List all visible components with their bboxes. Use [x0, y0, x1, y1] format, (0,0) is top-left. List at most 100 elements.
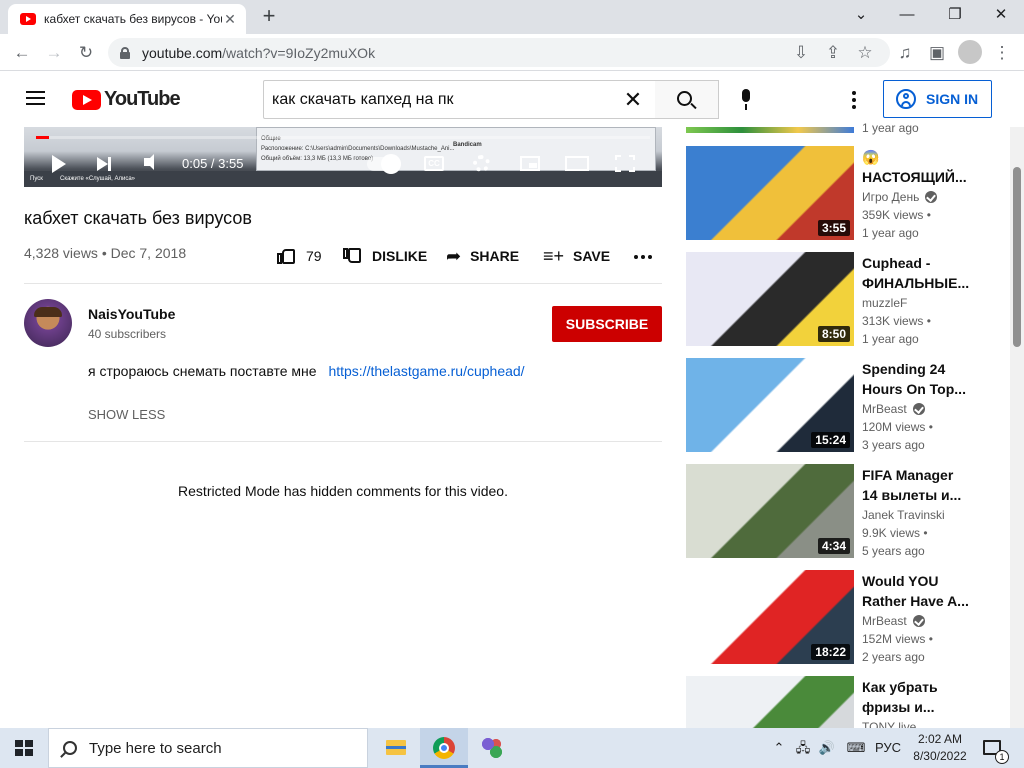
subtitles-icon[interactable]: CC [424, 156, 444, 171]
sign-in-button[interactable]: SIGN IN [883, 80, 992, 118]
bookmark-star-icon[interactable]: ☆ [852, 40, 878, 66]
recommendation-item[interactable]: 8:50 Cuphead - ФИНАЛЬНЫЕ... muzzleF 313K vie… [686, 252, 986, 346]
description-link[interactable]: https://thelastgame.ru/cuphead/ [328, 363, 524, 379]
windows-start-icon[interactable] [15, 740, 33, 757]
more-actions-icon[interactable] [634, 255, 655, 259]
channel-name[interactable]: NaisYouTube [88, 306, 175, 322]
recommendation-title[interactable]: Как убрать фризы и... [862, 677, 970, 717]
hamburger-menu-icon[interactable] [26, 91, 45, 105]
account-icon [896, 89, 916, 109]
search-button[interactable] [655, 80, 719, 119]
recommendation-channel[interactable]: MrBeast [862, 402, 925, 416]
recommendation-title-line: 14 вылеты и... [862, 487, 962, 503]
taskbar-search-box[interactable]: Type here to search [48, 728, 368, 768]
file-explorer-taskbar-button[interactable] [372, 728, 420, 768]
recommendation-item[interactable]: 4:34 FIFA Manager 14 вылеты и... Janek Trav… [686, 464, 986, 558]
autoplay-toggle[interactable] [367, 154, 401, 174]
recommendation-title[interactable]: 😱 НАСТОЯЩИЙ... [862, 147, 970, 187]
keyboard-icon[interactable]: ⌨ [842, 728, 870, 768]
video-player[interactable]: Общие Расположение: C:\Users\admin\Docum… [24, 127, 662, 187]
play-icon[interactable] [52, 155, 66, 173]
recommendation-thumbnail[interactable] [686, 676, 854, 728]
youtube-logo[interactable]: YouTube [72, 88, 181, 111]
scrollbar-thumb[interactable] [1013, 167, 1021, 347]
voice-search-icon[interactable] [739, 89, 753, 111]
share-label: SHARE [470, 248, 520, 264]
search-input[interactable]: как скачать капхед на пк ✕ [263, 80, 656, 119]
show-hidden-icons-chevron-icon[interactable]: ⌃ [768, 728, 790, 768]
volume-tray-icon[interactable]: 🔊 [816, 728, 838, 768]
recommendation-thumbnail[interactable]: 4:34 [686, 464, 854, 558]
minimize-button[interactable]: — [884, 0, 930, 30]
video-title: кабхет скачать без вирусов [24, 208, 252, 228]
recommendation-thumbnail[interactable]: 3:55 [686, 146, 854, 240]
recommendation-age: 1 year ago [862, 226, 919, 240]
recommendation-title-line: ФИНАЛЬНЫЕ... [862, 275, 970, 291]
share-page-icon[interactable]: ⇪ [820, 40, 846, 66]
settings-menu-icon[interactable] [852, 91, 856, 109]
like-button[interactable]: 79 [277, 243, 322, 269]
close-window-button[interactable]: ✕ [978, 0, 1024, 30]
recommendation-item[interactable]: Как убрать фризы и... TONY live [686, 676, 986, 728]
recommendation-views: 359K views • [862, 208, 931, 222]
page-scrollbar[interactable] [1010, 127, 1024, 728]
recommendation-item[interactable]: 3:55 😱 НАСТОЯЩИЙ... Игро День 359K views • 1 … [686, 146, 986, 240]
share-button[interactable]: ➦ SHARE [446, 243, 519, 269]
language-indicator[interactable]: РУС [872, 728, 904, 768]
video-frame-start-label: Пуск [30, 176, 43, 182]
recommendation-item[interactable]: 15:24 Spending 24 Hours On Top... MrBeast 12… [686, 358, 986, 452]
chrome-taskbar-button[interactable] [420, 728, 468, 768]
media-control-icon[interactable]: ♫ [892, 40, 918, 66]
taskbar-clock[interactable]: 2:02 AM 8/30/2022 [908, 731, 972, 765]
channel-avatar[interactable] [24, 299, 72, 347]
back-button[interactable]: ← [9, 40, 35, 66]
recommendation-thumbnail[interactable]: 18:22 [686, 570, 854, 664]
forward-button[interactable]: → [41, 40, 67, 66]
recommendation-channel[interactable]: muzzleF [862, 296, 907, 310]
show-less-button[interactable]: SHOW LESS [88, 407, 165, 422]
recommendations-list: 3:55 😱 НАСТОЯЩИЙ... Игро День 359K views • 1 … [686, 127, 986, 728]
search-query-text[interactable]: как скачать капхед на пк [272, 91, 621, 109]
recommendation-title[interactable]: Cuphead - ФИНАЛЬНЫЕ... [862, 253, 970, 293]
recommendation-title[interactable]: FIFA Manager 14 вылеты и... [862, 465, 970, 505]
tab-close-icon[interactable]: ✕ [222, 11, 238, 27]
lock-icon[interactable] [120, 46, 130, 59]
restore-button[interactable]: ❐ [932, 0, 978, 30]
recommendation-title[interactable]: Spending 24 Hours On Top... [862, 359, 970, 399]
recommendation-channel[interactable]: TONY live [862, 720, 916, 728]
tab-search-chevron-icon[interactable]: ⌄ [838, 0, 884, 30]
side-panel-icon[interactable]: ▣ [924, 40, 950, 66]
new-tab-button[interactable]: + [258, 5, 280, 28]
reload-button[interactable]: ↻ [73, 40, 99, 66]
recommendation-channel[interactable]: MrBeast [862, 614, 925, 628]
progress-bar[interactable] [36, 136, 650, 139]
install-app-icon[interactable]: ⇩ [788, 40, 814, 66]
recommendation-channel[interactable]: Janek Travinski [862, 508, 945, 522]
clear-search-icon[interactable]: ✕ [621, 87, 645, 113]
recommendation-thumbnail[interactable]: 8:50 [686, 252, 854, 346]
settings-gear-icon[interactable] [473, 155, 490, 172]
browser-menu-icon[interactable]: ⋮ [989, 40, 1015, 66]
recommendation-title-line: Would YOU [862, 573, 939, 589]
volume-icon[interactable] [144, 154, 154, 170]
fullscreen-icon[interactable] [615, 155, 635, 172]
app-taskbar-button[interactable] [468, 728, 516, 768]
dislike-button[interactable]: DISLIKE [343, 243, 427, 269]
subscribe-button[interactable]: SUBSCRIBE [552, 306, 662, 342]
recommendation-title[interactable]: Would YOU Rather Have A... [862, 571, 970, 611]
recommendation-item[interactable]: 18:22 Would YOU Rather Have A... MrBeast 152… [686, 570, 986, 664]
recommendation-channel[interactable]: Игро День [862, 190, 938, 204]
divider [24, 441, 662, 442]
profile-avatar-icon[interactable] [958, 40, 982, 64]
theater-mode-icon[interactable] [565, 156, 589, 171]
recommendation-thumbnail[interactable]: 15:24 [686, 358, 854, 452]
youtube-logo-text: YouTube [104, 88, 181, 110]
browser-tab[interactable]: кабхет скачать без вирусов - YouTube ✕ [8, 4, 246, 34]
url-text[interactable]: youtube.com/watch?v=9IoZy2muXOk [142, 45, 375, 61]
next-video-icon[interactable] [97, 157, 111, 171]
network-icon[interactable]: 🖧 [792, 728, 814, 768]
address-bar[interactable]: youtube.com/watch?v=9IoZy2muXOk [108, 38, 890, 67]
miniplayer-icon[interactable] [520, 156, 540, 171]
save-button[interactable]: ≡+ SAVE [543, 243, 610, 269]
recommendation-title-line: фризы и... [862, 699, 935, 715]
